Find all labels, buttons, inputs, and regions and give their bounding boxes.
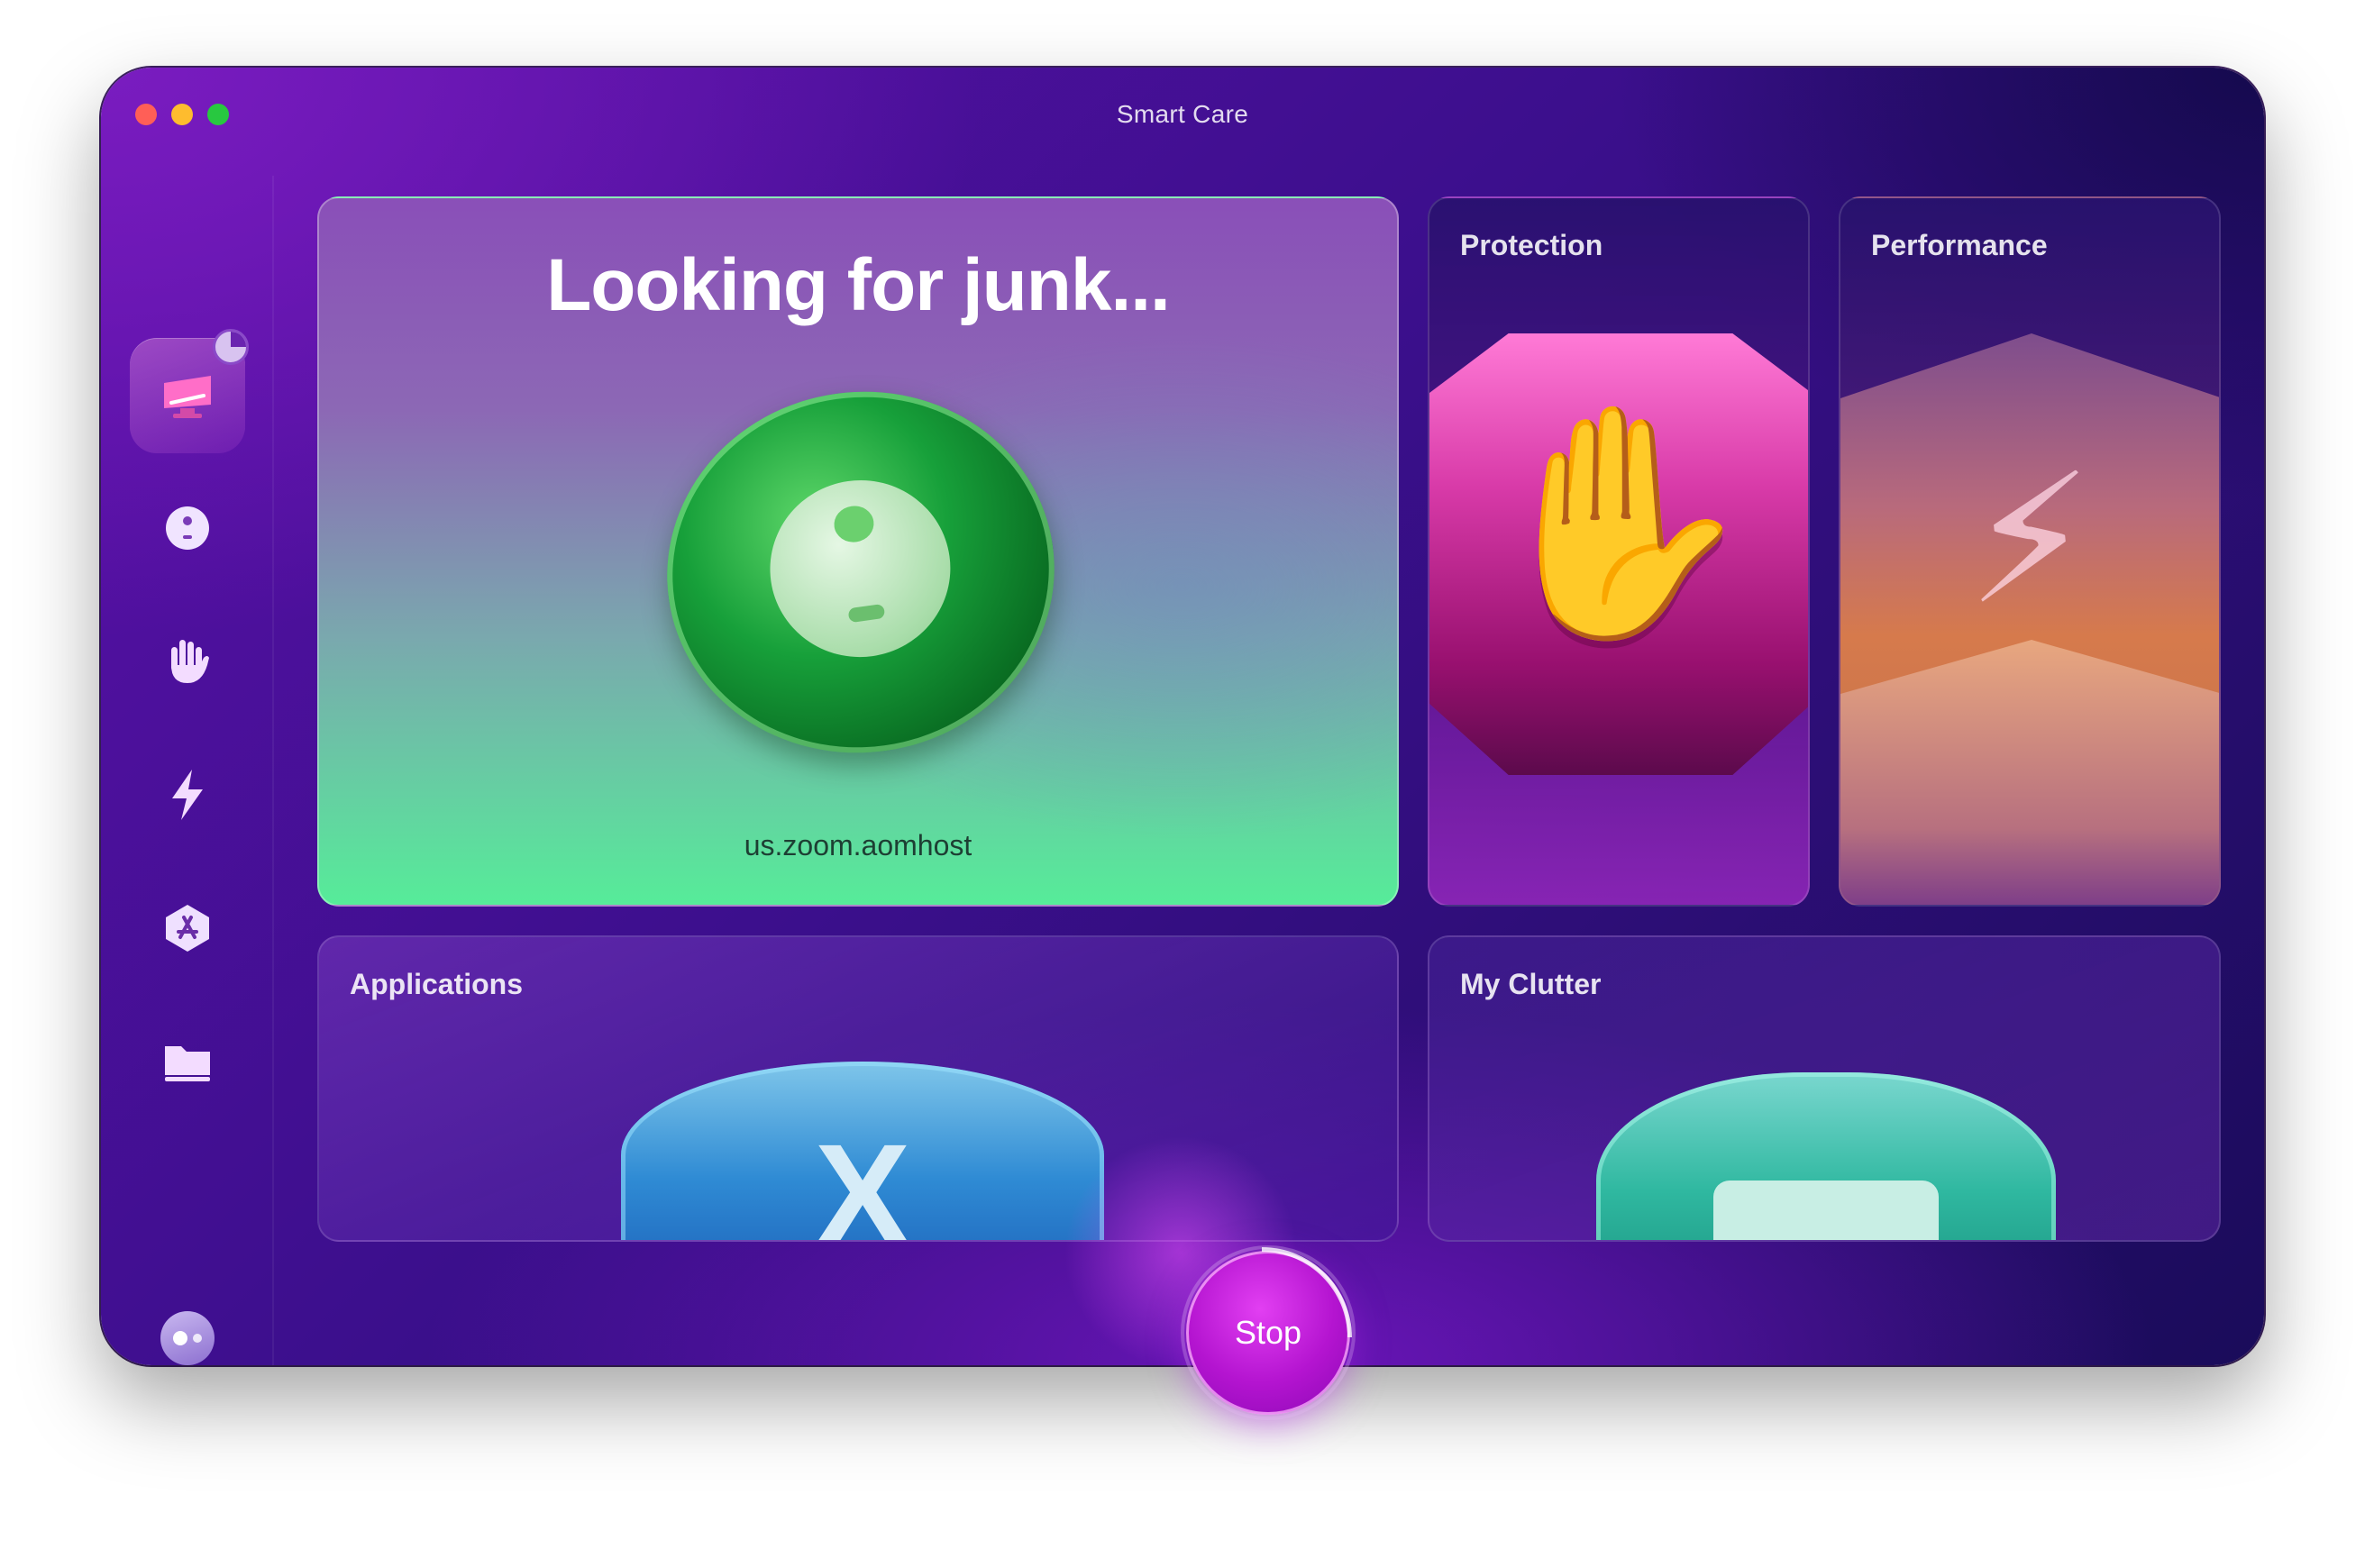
- lightning-icon: ⚡: [1966, 440, 2094, 641]
- my-clutter-icon: [161, 1039, 214, 1084]
- hand-icon: ✋: [1478, 397, 1759, 648]
- scan-status-headline: Looking for junk...: [546, 244, 1171, 326]
- sidebar: [101, 176, 274, 1365]
- clutter-shape-icon: [1596, 1072, 2056, 1240]
- current-scan-item: us.zoom.aomhost: [744, 829, 972, 861]
- protection-card-title: Protection: [1460, 229, 1603, 261]
- assistant-icon[interactable]: [160, 1311, 215, 1365]
- performance-icon: [165, 768, 210, 822]
- performance-shape-lower: [1840, 640, 2219, 905]
- folder-icon: [1713, 1181, 1939, 1240]
- applications-card-title: Applications: [350, 968, 524, 1000]
- my-clutter-card[interactable]: My Clutter: [1428, 935, 2221, 1242]
- sidebar-item-my-clutter[interactable]: [130, 1004, 245, 1119]
- sidebar-item-performance[interactable]: [130, 737, 245, 852]
- applications-icon: [162, 903, 213, 953]
- app-store-icon: X: [814, 1114, 911, 1242]
- cleanup-icon: [162, 503, 213, 553]
- sidebar-item-protection[interactable]: [130, 604, 245, 719]
- scan-progress-icon: [213, 329, 249, 365]
- smart-care-icon: [159, 369, 216, 423]
- applications-shape-icon: X: [621, 1062, 1104, 1242]
- performance-card-title: Performance: [1871, 229, 2048, 261]
- cleanup-scan-card[interactable]: Looking for junk... us.zoom.aomhost: [317, 196, 1399, 907]
- my-clutter-card-title: My Clutter: [1460, 968, 1602, 1000]
- window-title: Smart Care: [1116, 100, 1249, 128]
- protection-icon: [162, 634, 213, 688]
- sidebar-item-smart-care[interactable]: [130, 329, 249, 453]
- performance-card[interactable]: ⚡ Performance: [1839, 196, 2221, 907]
- protection-card[interactable]: ✋ Protection: [1428, 196, 1810, 907]
- sidebar-item-applications[interactable]: [130, 871, 245, 986]
- cleanup-disc-icon: [644, 367, 1078, 778]
- sidebar-item-cleanup[interactable]: [130, 470, 245, 586]
